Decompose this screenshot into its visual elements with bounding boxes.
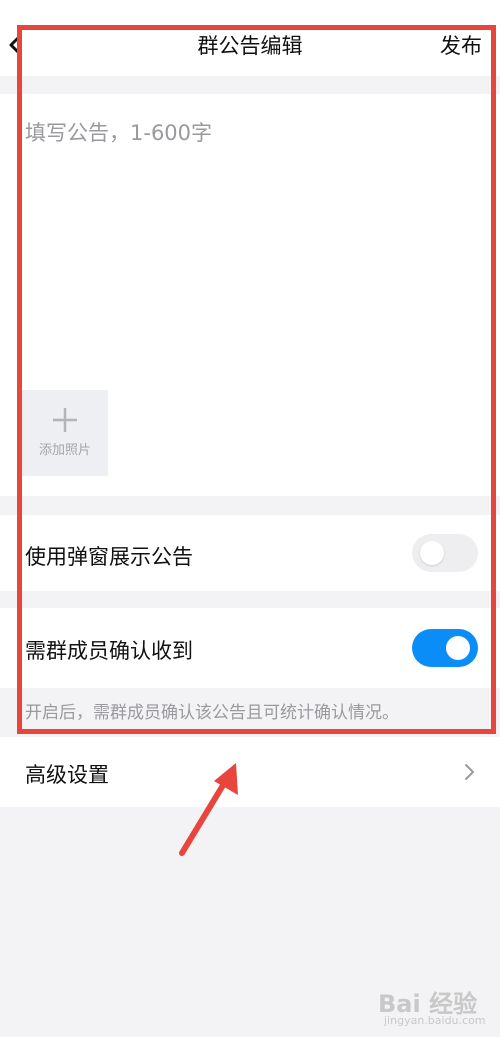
chevron-right-icon — [465, 764, 474, 780]
advanced-settings-label: 高级设置 — [25, 763, 109, 787]
watermark-url: jingyan.baidu.com — [384, 1014, 486, 1027]
watermark-logo: Bai 经验 jingyan.baidu.com — [378, 978, 498, 1034]
annotation-arrow-icon — [179, 763, 238, 856]
highlight-annotation-box — [17, 25, 496, 734]
